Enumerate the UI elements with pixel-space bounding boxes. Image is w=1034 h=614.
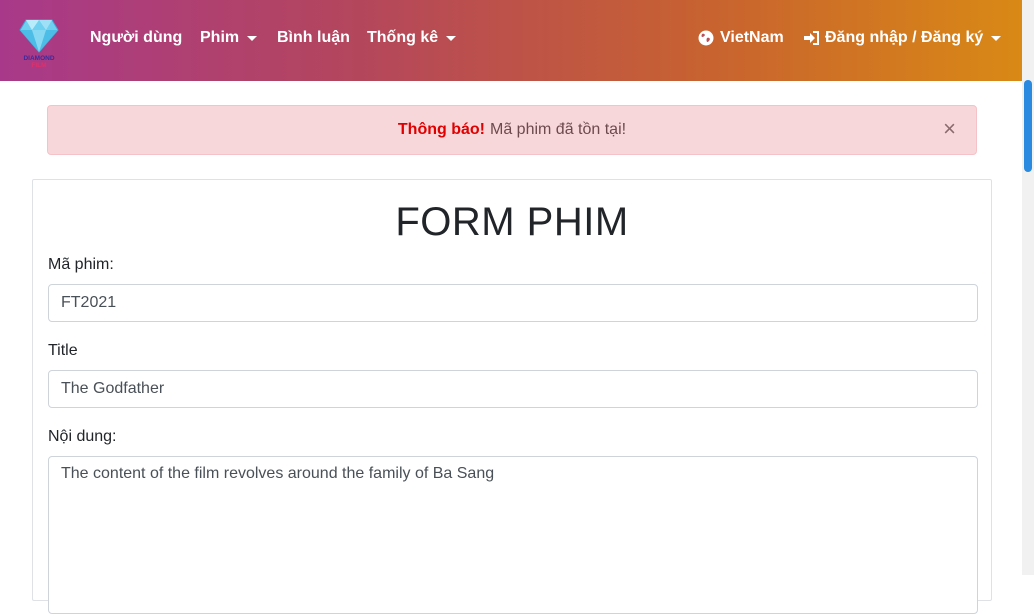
sign-in-icon bbox=[804, 31, 819, 45]
close-icon[interactable]: × bbox=[943, 118, 956, 140]
nav-item-users-label: Người dùng bbox=[90, 29, 183, 46]
navbar: DIAMOND FILM Người dùng Phim Bình luận T… bbox=[0, 0, 1022, 81]
globe-icon bbox=[698, 30, 714, 46]
film-content-label: Nội dung: bbox=[48, 428, 117, 445]
auth-menu[interactable]: Đăng nhập / Đăng ký bbox=[803, 29, 1002, 47]
form-title: FORM PHIM bbox=[395, 200, 629, 244]
film-content-textarea[interactable]: The content of the film revolves around … bbox=[48, 456, 978, 614]
diamond-logo-icon: DIAMOND FILM bbox=[19, 19, 59, 69]
auth-label: Đăng nhập / Đăng ký bbox=[825, 29, 984, 46]
nav-item-films[interactable]: Phim bbox=[200, 29, 258, 47]
film-title-label: Title bbox=[48, 342, 78, 359]
nav-item-films-label: Phim bbox=[200, 29, 240, 46]
caret-down-icon bbox=[446, 35, 457, 41]
film-title-input[interactable]: The Godfather bbox=[48, 370, 978, 408]
scrollbar-thumb[interactable] bbox=[1024, 80, 1032, 172]
nav-item-statistics-label: Thống kê bbox=[367, 29, 439, 46]
scrollbar[interactable] bbox=[1022, 0, 1034, 575]
logo[interactable]: DIAMOND FILM bbox=[18, 12, 60, 70]
film-code-input[interactable]: FT2021 bbox=[48, 284, 978, 322]
film-form-card: FORM PHIM Mã phim: FT2021 Title The Godf… bbox=[32, 179, 992, 614]
nav-item-statistics[interactable]: Thống kê bbox=[367, 29, 457, 47]
svg-text:DIAMOND: DIAMOND bbox=[23, 55, 54, 62]
language-selector[interactable]: VietNam bbox=[698, 29, 784, 47]
language-label: VietNam bbox=[720, 29, 784, 46]
nav-item-comments[interactable]: Bình luận bbox=[277, 29, 350, 47]
caret-down-icon bbox=[247, 35, 258, 41]
nav-item-users[interactable]: Người dùng bbox=[90, 29, 182, 47]
alert-message: Mã phim đã tồn tại! bbox=[490, 121, 627, 138]
alert-danger: Thông báo! Mã phim đã tồn tại! × bbox=[47, 105, 977, 155]
film-code-label: Mã phim: bbox=[48, 256, 114, 273]
alert-title: Thông báo! bbox=[397, 121, 485, 138]
caret-down-icon bbox=[991, 35, 1002, 41]
svg-text:FILM: FILM bbox=[31, 62, 46, 69]
nav-item-comments-label: Bình luận bbox=[277, 29, 350, 46]
